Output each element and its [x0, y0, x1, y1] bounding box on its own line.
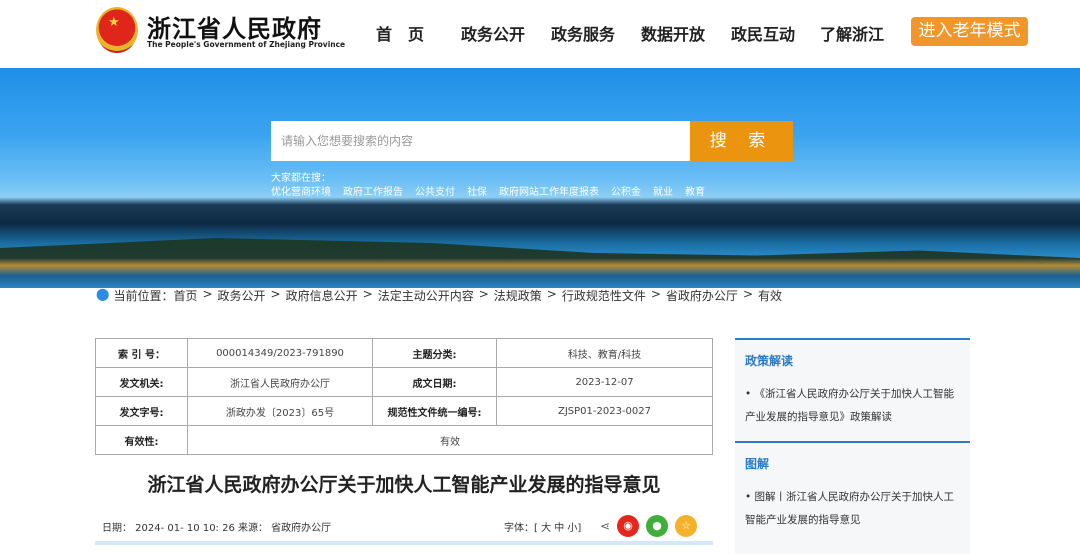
breadcrumb-item[interactable]: 政府信息公开 — [286, 287, 358, 304]
chevron-icon: > — [742, 287, 753, 301]
chevron-icon: > — [270, 287, 281, 301]
breadcrumb-label: 当前位置： — [113, 289, 174, 303]
favorite-star-icon[interactable]: ☆ — [675, 515, 697, 537]
share-icon[interactable]: ⋖ — [594, 515, 616, 537]
site-subtitle: The People's Government of Zhejiang Prov… — [147, 40, 346, 49]
search-input[interactable]: 请输入您想要搜索的内容 — [271, 121, 690, 161]
lake-scenery — [0, 238, 1080, 288]
wechat-icon[interactable]: ● — [646, 515, 668, 537]
chevron-icon: > — [362, 287, 373, 301]
hot-search-link[interactable]: 社保 — [467, 183, 487, 198]
chevron-icon: > — [650, 287, 661, 301]
elder-mode-button[interactable]: 进入老年模式 — [911, 17, 1028, 46]
hot-search-list: 优化营商环境 政府工作报告 公共支付 社保 政府网站工作年度报表 公积金 就业 … — [271, 183, 705, 198]
hot-search-link[interactable]: 公积金 — [611, 183, 641, 198]
sidebar-infographic: 图解 • 图解丨浙江省人民政府办公厅关于加快人工智能产业发展的指导意见 — [735, 441, 970, 554]
hot-search-link[interactable]: 教育 — [685, 183, 705, 198]
validity-value: 有效 — [187, 425, 713, 455]
header: ★ 浙江省人民政府 The People's Government of Zhe… — [0, 0, 1080, 68]
validity-label: 有效性: — [95, 425, 188, 455]
search-button[interactable]: 搜 索 — [690, 121, 793, 161]
nav-about[interactable]: 了解浙江 — [820, 21, 884, 45]
nav-services[interactable]: 政务服务 — [551, 21, 615, 45]
doc-number-value: 浙政办发〔2023〕65号 — [187, 396, 373, 426]
org-label: 发文机关: — [95, 367, 188, 397]
weibo-icon[interactable]: ◉ — [617, 515, 639, 537]
breadcrumb-item[interactable]: 行政规范性文件 — [562, 287, 646, 304]
nav-gov-affairs[interactable]: 政务公开 — [461, 21, 525, 45]
hot-search-link[interactable]: 就业 — [653, 183, 673, 198]
code-value: ZJSP01-2023-0027 — [496, 396, 713, 426]
national-emblem-logo: ★ — [96, 7, 138, 53]
chevron-icon: > — [546, 287, 557, 301]
sidebar-policy-interpretation: 政策解读 • 《浙江省人民政府办公厅关于加快人工智能产业发展的指导意见》政策解读 — [735, 338, 970, 441]
breadcrumb-item[interactable]: 法规政策 — [494, 287, 542, 304]
banner — [0, 68, 1080, 288]
breadcrumb: ⬤ 当前位置： 首页 > 政务公开 > 政府信息公开 > 法定主动公开内容 > 法规政策… — [96, 287, 782, 304]
sidebar-heading[interactable]: 政策解读 — [745, 352, 960, 369]
org-value: 浙江省人民政府办公厅 — [187, 367, 373, 397]
site-title[interactable]: 浙江省人民政府 — [147, 9, 322, 44]
breadcrumb-item[interactable]: 政务公开 — [218, 287, 266, 304]
hot-search-link[interactable]: 政府网站工作年度报表 — [499, 183, 599, 198]
index-value: 000014349/2023-791890 — [187, 338, 373, 368]
hot-search-label: 大家都在搜： — [271, 173, 331, 184]
breadcrumb-item[interactable]: 有效 — [758, 287, 782, 304]
index-label: 索 引 号： — [95, 338, 188, 368]
sidebar-heading[interactable]: 图解 — [745, 455, 960, 472]
nav-interaction[interactable]: 政民互动 — [731, 21, 795, 45]
hot-search-link[interactable]: 公共支付 — [415, 183, 455, 198]
chevron-icon: > — [202, 287, 213, 301]
sidebar-link[interactable]: • 图解丨浙江省人民政府办公厅关于加快人工智能产业发展的指导意见 — [745, 486, 960, 532]
date-label: 成文日期: — [372, 367, 497, 397]
nav-home[interactable]: 首 页 — [376, 21, 424, 45]
article-title: 浙江省人民政府办公厅关于加快人工智能产业发展的指导意见 — [147, 474, 661, 496]
breadcrumb-item[interactable]: 首页 — [173, 287, 197, 304]
nav-open-data[interactable]: 数据开放 — [641, 21, 705, 45]
sidebar-link[interactable]: • 《浙江省人民政府办公厅关于加快人工智能产业发展的指导意见》政策解读 — [745, 383, 960, 429]
document-info-table: 索 引 号： 000014349/2023-791890 主题分类: 科技、教育/科技… — [95, 338, 713, 455]
article-meta: 日期： 2024- 01- 10 10: 26 来源： 省政府办公厅 — [102, 523, 332, 534]
divider — [95, 541, 713, 545]
location-pin-icon: ⬤ — [96, 287, 110, 301]
hot-search-link[interactable]: 优化营商环境 — [271, 183, 331, 198]
topic-label: 主题分类: — [372, 338, 497, 368]
chevron-icon: > — [478, 287, 489, 301]
breadcrumb-item[interactable]: 法定主动公开内容 — [378, 287, 474, 304]
code-label: 规范性文件统一编号: — [372, 396, 497, 426]
date-value: 2023-12-07 — [496, 367, 713, 397]
topic-value: 科技、教育/科技 — [496, 338, 713, 368]
font-size-selector[interactable]: 字体：[ 大 中 小] — [504, 519, 581, 534]
doc-number-label: 发文字号: — [95, 396, 188, 426]
breadcrumb-item[interactable]: 省政府办公厅 — [666, 287, 738, 304]
hot-search-link[interactable]: 政府工作报告 — [343, 183, 403, 198]
